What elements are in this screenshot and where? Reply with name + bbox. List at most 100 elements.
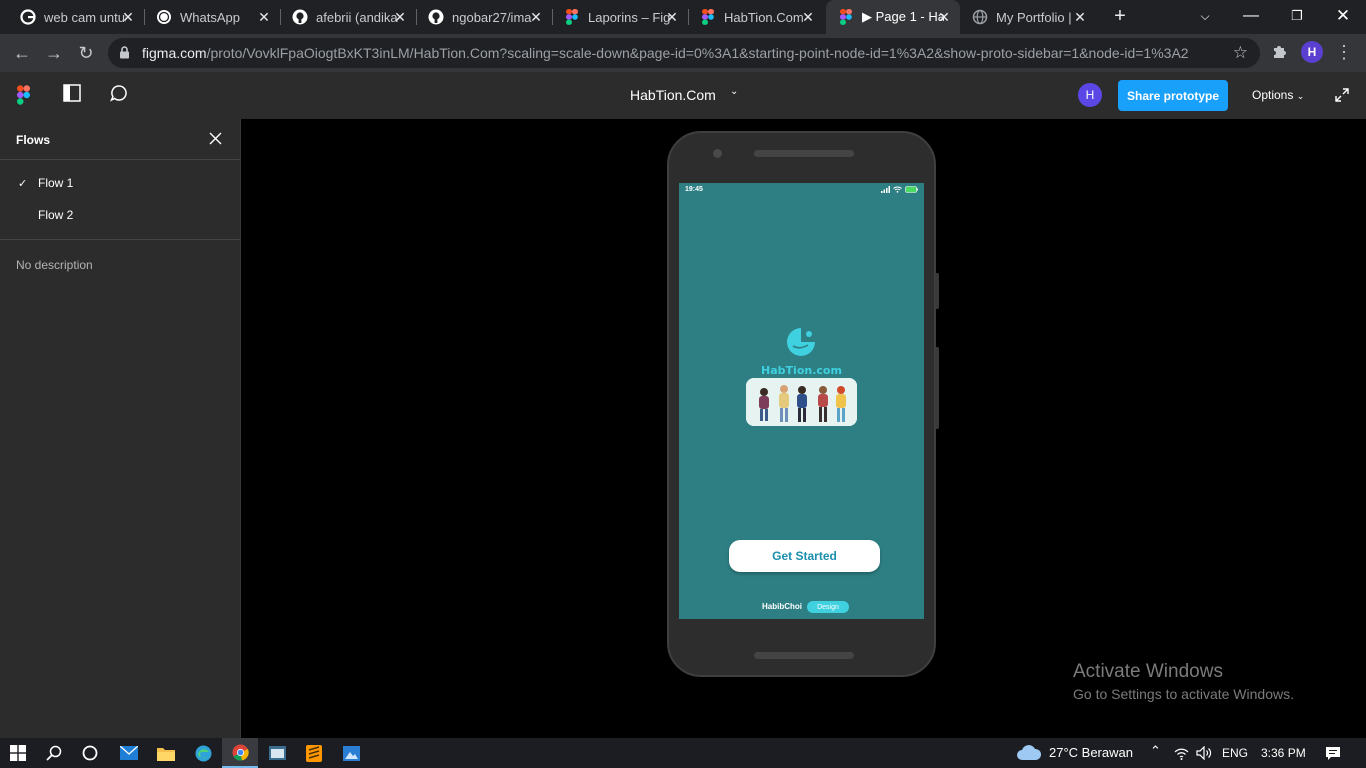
sidebar-toggle-icon[interactable] (63, 84, 81, 102)
github-icon (428, 9, 444, 25)
tab-title: WhatsApp (180, 9, 240, 25)
app-window-icon[interactable] (259, 738, 295, 768)
language-indicator[interactable]: ENG (1222, 746, 1248, 760)
browser-tab-2[interactable]: WhatsApp ✕ (156, 0, 272, 34)
weather-text[interactable]: 27°C Berawan (1049, 745, 1133, 760)
bookmark-star-icon[interactable]: ☆ (1233, 43, 1248, 63)
figma-logo-icon[interactable] (17, 85, 30, 105)
phone-volume-button (935, 347, 939, 429)
close-icon[interactable]: ✕ (1072, 9, 1088, 25)
browser-tabstrip: web cam untuk ✕ WhatsApp ✕ afebrii (andi… (0, 0, 1366, 34)
browser-profile-avatar[interactable]: H (1301, 41, 1323, 63)
lock-icon[interactable] (119, 46, 130, 59)
options-label: Options (1252, 88, 1294, 102)
divider (0, 239, 240, 240)
people-group-illustration (746, 378, 857, 426)
flow-item-1[interactable]: Flow 1 (38, 176, 73, 190)
sublime-text-icon[interactable] (296, 738, 332, 768)
activate-windows-subtitle: Go to Settings to activate Windows. (1073, 686, 1294, 702)
tab-title: ▶ Page 1 - Ha (862, 9, 944, 24)
notification-center-icon[interactable] (1325, 746, 1341, 761)
habtion-logo-icon (787, 328, 815, 356)
battery-icon (905, 186, 918, 193)
close-icon[interactable]: ✕ (800, 9, 816, 25)
figma-icon (840, 9, 852, 25)
new-tab-button[interactable]: + (1110, 6, 1130, 26)
file-explorer-icon[interactable] (148, 738, 184, 768)
browser-tab-6[interactable]: HabTion.Com ✕ (700, 0, 816, 34)
mail-icon[interactable] (111, 738, 147, 768)
get-started-button[interactable]: Get Started (729, 540, 880, 572)
github-icon (292, 9, 308, 25)
activate-windows-title: Activate Windows (1073, 661, 1223, 682)
prototype-screen[interactable]: 19:45 HabTion.com Get Started HabibChoi … (679, 183, 924, 619)
browser-tab-4[interactable]: ngobar27/ima ✕ (428, 0, 544, 34)
figma-header: HabTion.Com ⌄ H Share prototype Options … (0, 72, 1366, 119)
user-avatar[interactable]: H (1078, 83, 1102, 107)
close-icon[interactable]: ✕ (256, 9, 272, 25)
volume-speaker-icon[interactable] (1196, 746, 1212, 760)
weather-cloud-icon[interactable] (1016, 744, 1042, 762)
close-icon[interactable]: ✕ (664, 9, 680, 25)
figma-icon (566, 9, 578, 25)
network-wifi-icon[interactable] (1174, 747, 1189, 760)
file-title[interactable]: HabTion.Com (630, 87, 716, 103)
globe-icon (972, 9, 988, 25)
forward-arrow-icon[interactable]: → (42, 41, 66, 65)
divider (0, 159, 240, 160)
signal-icon (881, 186, 890, 193)
tab-title: web cam untuk (44, 9, 126, 25)
search-icon[interactable] (36, 738, 72, 768)
browser-menu-icon[interactable]: ⋮ (1333, 41, 1355, 63)
minimize-button[interactable]: — (1228, 0, 1274, 32)
address-bar[interactable]: figma.com/proto/VovklFpaOiogtBxKT3inLM/H… (108, 38, 1260, 68)
window-close-button[interactable]: ✕ (1320, 0, 1366, 32)
phone-camera (713, 149, 722, 158)
wifi-icon (893, 186, 902, 193)
url-text: figma.com/proto/VovklFpaOiogtBxKT3inLM/H… (142, 45, 1189, 61)
photos-icon[interactable] (333, 738, 369, 768)
flows-sidebar: Flows ✓ Flow 1 Flow 2 No description (0, 119, 241, 738)
close-icon[interactable]: ✕ (528, 9, 544, 25)
chevron-down-icon[interactable]: ⌄ (730, 86, 738, 97)
edge-browser-icon[interactable] (185, 738, 221, 768)
whatsapp-icon (157, 10, 171, 24)
design-badge: Design (807, 601, 849, 613)
windows-taskbar: 27°C Berawan ⌃ ENG 3:36 PM (0, 738, 1366, 768)
share-prototype-button[interactable]: Share prototype (1118, 80, 1228, 111)
close-icon[interactable]: ✕ (120, 9, 136, 25)
checkmark-icon: ✓ (18, 178, 28, 190)
figma-icon (702, 9, 714, 25)
flow-item-2[interactable]: Flow 2 (38, 208, 73, 222)
close-icon[interactable]: ✕ (392, 9, 408, 25)
options-menu[interactable]: Options ⌄ (1252, 88, 1304, 102)
status-time: 19:45 (685, 186, 703, 193)
chevron-down-icon: ⌄ (1296, 91, 1305, 101)
start-windows-icon[interactable] (0, 738, 36, 768)
tab-search-icon[interactable]: ⌵ (1182, 0, 1228, 32)
browser-tab-5[interactable]: Laporins – Fig ✕ (564, 0, 680, 34)
flow-description: No description (16, 258, 93, 272)
phone-bottom-bar (754, 652, 854, 659)
extensions-puzzle-icon[interactable] (1268, 41, 1290, 63)
fullscreen-expand-icon[interactable] (1334, 87, 1350, 103)
reload-icon[interactable]: ↻ (74, 41, 98, 65)
browser-tab-1[interactable]: web cam untuk ✕ (20, 0, 136, 34)
browser-tab-8[interactable]: My Portfolio | ✕ (972, 0, 1088, 34)
comment-icon[interactable] (110, 84, 128, 102)
clock-time[interactable]: 3:36 PM (1261, 746, 1306, 760)
cortana-circle-icon[interactable] (72, 738, 108, 768)
browser-toolbar: ← → ↻ figma.com/proto/VovklFpaOiogtBxKT3… (0, 34, 1366, 72)
browser-tab-7-active[interactable]: ▶ Page 1 - Ha ✕ (826, 0, 960, 34)
brand-name: HabTion.com (761, 364, 842, 377)
close-icon[interactable]: ✕ (936, 9, 952, 25)
browser-tab-3[interactable]: afebrii (andika ✕ (292, 0, 408, 34)
chrome-icon[interactable] (222, 738, 258, 768)
designer-credit: HabibChoi (762, 602, 802, 611)
close-icon[interactable] (209, 132, 222, 145)
tray-chevron-up-icon[interactable]: ⌃ (1150, 743, 1161, 759)
phone-speaker (754, 150, 854, 157)
restore-button[interactable]: ❐ (1274, 0, 1320, 32)
back-arrow-icon[interactable]: ← (10, 41, 34, 65)
tab-title: ngobar27/ima (452, 9, 532, 25)
